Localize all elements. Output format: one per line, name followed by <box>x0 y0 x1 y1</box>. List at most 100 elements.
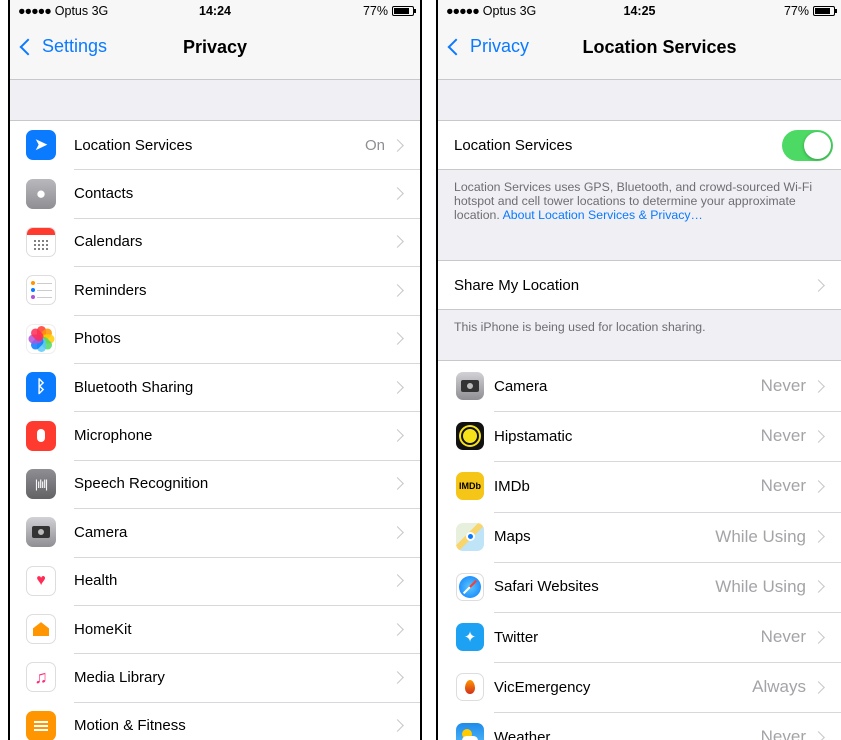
chevron-right-icon <box>391 671 404 684</box>
location-toggle-group: Location Services <box>438 120 841 170</box>
nav-bar: Privacy Location Services <box>438 22 841 80</box>
row-app-imdb[interactable]: IMDb IMDb Never <box>438 461 841 512</box>
row-camera[interactable]: Camera <box>10 508 420 557</box>
chevron-right-icon <box>391 283 404 297</box>
chevron-right-icon <box>391 622 404 636</box>
chevron-left-icon <box>447 38 465 55</box>
row-app-safari[interactable]: Safari Websites While Using <box>438 561 841 612</box>
music-note-icon: ♫ <box>26 662 56 693</box>
health-heart-icon: ♥ <box>26 565 56 596</box>
row-value: While Using <box>715 526 806 546</box>
row-label: Location Services <box>74 136 193 154</box>
row-calendars[interactable]: Calendars <box>10 217 420 267</box>
row-app-camera[interactable]: Camera Never <box>438 361 841 412</box>
imdb-icon: IMDb <box>456 472 484 501</box>
row-value: Never <box>760 727 806 740</box>
battery-percent: 77% <box>362 4 388 18</box>
row-value: Never <box>760 426 806 446</box>
row-media-library[interactable]: ♫ Media Library <box>10 653 420 702</box>
chevron-right-icon <box>812 429 825 443</box>
status-time: 14:24 <box>199 4 231 18</box>
row-value: Never <box>760 627 806 647</box>
hipstamatic-icon <box>456 422 484 451</box>
battery-icon <box>813 6 837 16</box>
row-homekit[interactable]: HomeKit <box>10 604 420 654</box>
row-app-hipstamatic[interactable]: Hipstamatic Never <box>438 411 841 462</box>
safari-compass-icon <box>456 572 484 601</box>
row-value: Always <box>752 677 806 697</box>
row-share-my-location[interactable]: Share My Location <box>438 261 841 309</box>
chevron-right-icon <box>812 480 825 493</box>
row-label: Motion & Fitness <box>74 717 186 735</box>
privacy-list: ➤ Location Services On ● Contacts Calend… <box>10 120 420 740</box>
chevron-right-icon <box>391 574 404 588</box>
chevron-right-icon <box>391 380 404 394</box>
row-reminders[interactable]: Reminders <box>10 266 420 315</box>
chevron-right-icon <box>812 630 825 644</box>
row-label: Safari Websites <box>494 578 599 596</box>
row-label: Calendars <box>74 233 143 251</box>
row-microphone[interactable]: Microphone <box>10 411 420 460</box>
row-motion-fitness[interactable]: Motion & Fitness <box>10 701 420 740</box>
microphone-icon <box>26 420 56 451</box>
row-label: VicEmergency <box>494 678 591 696</box>
row-health[interactable]: ♥ Health <box>10 556 420 605</box>
weather-icon <box>456 723 484 740</box>
row-label: Bluetooth Sharing <box>74 378 194 396</box>
row-app-twitter[interactable]: ✦ Twitter Never <box>438 611 841 663</box>
row-app-weather[interactable]: Weather Never <box>438 712 841 740</box>
row-speech-recognition[interactable]: |ılıl| Speech Recognition <box>10 459 420 509</box>
chevron-right-icon <box>812 530 825 544</box>
row-app-vicemergency[interactable]: VicEmergency Always <box>438 662 841 713</box>
chevron-right-icon <box>812 379 825 393</box>
camera-icon <box>26 517 56 548</box>
location-services-switch[interactable] <box>782 129 833 161</box>
row-label: Weather <box>494 728 551 740</box>
page-title: Location Services <box>582 37 737 57</box>
row-label: Media Library <box>74 668 165 686</box>
bluetooth-icon: ᛒ <box>26 372 56 403</box>
speech-waveform-icon: |ılıl| <box>26 468 56 499</box>
row-bluetooth-sharing[interactable]: ᛒ Bluetooth Sharing <box>10 362 420 412</box>
reminders-icon <box>26 275 56 306</box>
contacts-icon: ● <box>26 178 56 209</box>
location-description: Location Services uses GPS, Bluetooth, a… <box>438 170 841 260</box>
row-location-services-toggle: Location Services <box>438 121 841 169</box>
row-value: On <box>364 136 385 154</box>
status-bar: ●●●●● Optus 3G 14:24 77% <box>10 0 420 22</box>
row-value: Never <box>760 376 806 396</box>
row-label: Hipstamatic <box>494 427 573 445</box>
row-label: Share My Location <box>454 276 580 294</box>
camera-icon <box>456 372 484 401</box>
about-privacy-link[interactable]: About Location Services & Privacy… <box>503 208 703 222</box>
motion-fitness-icon <box>26 710 56 740</box>
row-label: Camera <box>494 377 548 395</box>
row-location-services[interactable]: ➤ Location Services On <box>10 121 420 170</box>
chevron-right-icon <box>391 332 404 346</box>
chevron-right-icon <box>391 138 404 152</box>
row-label: Maps <box>494 528 531 546</box>
location-services-screen: ●●●●● Optus 3G 14:25 77% Privacy Location… <box>436 0 841 740</box>
row-label: HomeKit <box>74 620 132 638</box>
chevron-right-icon <box>812 278 825 292</box>
row-label: IMDb <box>494 477 530 495</box>
nav-bar: Settings Privacy <box>10 22 420 80</box>
vicemergency-flame-icon <box>456 673 484 702</box>
row-value: While Using <box>715 576 806 596</box>
share-location-group: Share My Location <box>438 260 841 310</box>
row-contacts[interactable]: ● Contacts <box>10 169 420 218</box>
calendar-icon <box>26 226 56 257</box>
location-arrow-icon: ➤ <box>26 130 56 161</box>
chevron-right-icon <box>812 731 825 740</box>
app-permissions-list: Camera Never Hipstamatic Never IMDb IMDb… <box>438 360 841 740</box>
chevron-right-icon <box>391 719 404 733</box>
status-time: 14:25 <box>623 4 656 18</box>
page-title: Privacy <box>182 37 248 57</box>
maps-icon <box>456 522 484 551</box>
row-label: Reminders <box>74 281 147 299</box>
row-app-maps[interactable]: Maps While Using <box>438 511 841 562</box>
row-label: Microphone <box>74 427 153 445</box>
row-photos[interactable]: Photos <box>10 314 420 363</box>
twitter-bird-icon: ✦ <box>456 623 484 652</box>
row-value: Never <box>760 476 806 496</box>
